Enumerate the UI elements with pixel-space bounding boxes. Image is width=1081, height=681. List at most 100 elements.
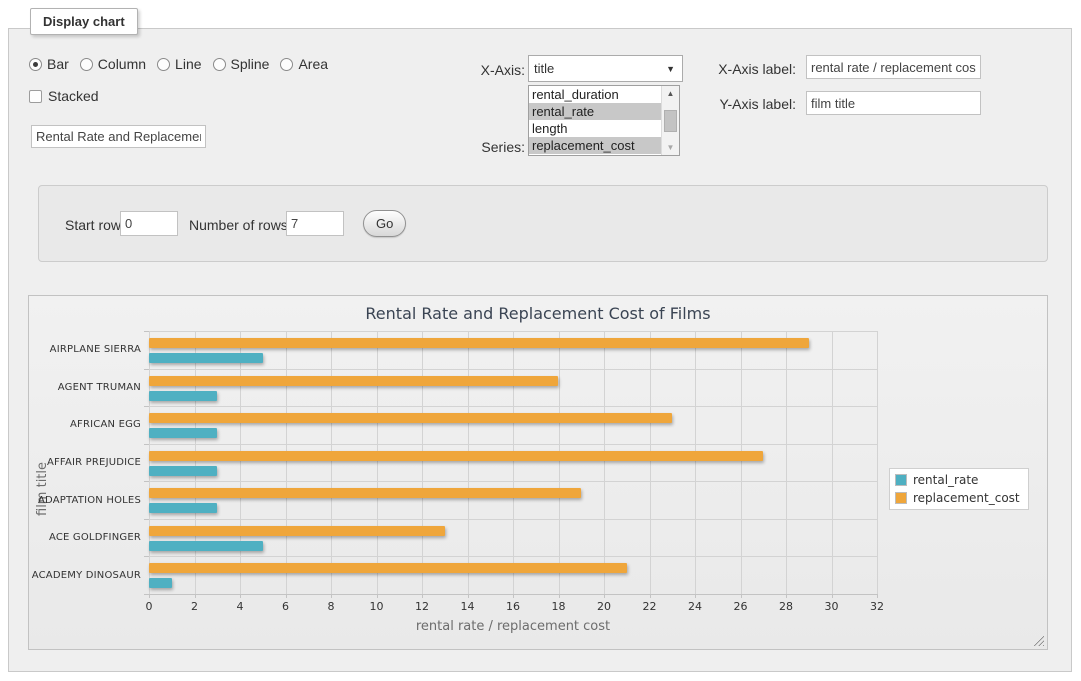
x-tick-label: 32 — [870, 600, 884, 613]
gridline-vertical — [149, 331, 150, 594]
bar-rental_rate[interactable] — [149, 428, 217, 438]
category-labels: AIRPLANE SIERRAAGENT TRUMANAFRICAN EGGAF… — [29, 331, 141, 594]
chart-legend: rental_rate replacement_cost — [889, 468, 1029, 510]
gridline-horizontal — [149, 444, 877, 445]
bar-replacement_cost[interactable] — [149, 338, 809, 348]
legend-label: rental_rate — [913, 473, 978, 487]
start-row-input[interactable] — [120, 211, 178, 236]
num-rows-label: Number of rows: — [189, 217, 292, 233]
category-label: ADAPTATION HOLES — [29, 481, 141, 519]
series-option-replacement_cost[interactable]: replacement_cost — [529, 137, 661, 154]
chart-type-label: Column — [98, 56, 146, 72]
bar-replacement_cost[interactable] — [149, 376, 558, 386]
x-tick-label: 20 — [597, 600, 611, 613]
bar-replacement_cost[interactable] — [149, 526, 445, 536]
gridline-vertical — [695, 331, 696, 594]
x-tick-label: 18 — [552, 600, 566, 613]
radio-icon[interactable] — [80, 58, 93, 71]
gridline-vertical — [331, 331, 332, 594]
gridline-vertical — [832, 331, 833, 594]
chart-type-option-area[interactable]: Area — [280, 56, 328, 72]
bar-replacement_cost[interactable] — [149, 413, 672, 423]
chart-container: Rental Rate and Replacement Cost of Film… — [28, 295, 1048, 650]
series-scrollbar[interactable]: ▲ ▼ — [661, 86, 679, 155]
legend-label: replacement_cost — [913, 491, 1020, 505]
gridline-horizontal — [149, 481, 877, 482]
x-tick-label: 28 — [779, 600, 793, 613]
chart-type-option-column[interactable]: Column — [80, 56, 146, 72]
gridline-vertical — [559, 331, 560, 594]
y-tick-mark — [144, 481, 149, 482]
num-rows-input[interactable] — [286, 211, 344, 236]
stacked-checkbox[interactable] — [29, 90, 42, 103]
x-axis-caption: X-Axis: — [425, 62, 525, 78]
x-tick-label: 0 — [146, 600, 153, 613]
x-tick-label: 12 — [415, 600, 429, 613]
series-option-length[interactable]: length — [529, 120, 661, 137]
legend-swatch — [895, 474, 907, 486]
gridline-vertical — [240, 331, 241, 594]
gridline-horizontal — [149, 406, 877, 407]
series-listbox[interactable]: rental_durationrental_ratelengthreplacem… — [528, 85, 680, 156]
chart-resize-handle[interactable] — [1033, 635, 1044, 646]
y-axis-label-caption: Y-Axis label: — [702, 96, 796, 112]
category-label: ACE GOLDFINGER — [29, 519, 141, 557]
y-tick-mark — [144, 444, 149, 445]
scrollbar-thumb[interactable] — [664, 110, 677, 132]
x-tick-label: 6 — [282, 600, 289, 613]
category-label: AFRICAN EGG — [29, 406, 141, 444]
gridline-vertical — [877, 331, 878, 594]
bar-rental_rate[interactable] — [149, 578, 172, 588]
gridline-vertical — [741, 331, 742, 594]
scroll-up-icon[interactable]: ▲ — [662, 86, 679, 101]
category-label: AGENT TRUMAN — [29, 369, 141, 407]
chart-title-input[interactable] — [31, 125, 206, 148]
gridline-vertical — [422, 331, 423, 594]
chart-title: Rental Rate and Replacement Cost of Film… — [29, 304, 1047, 323]
chart-type-option-line[interactable]: Line — [157, 56, 201, 72]
bar-rental_rate[interactable] — [149, 541, 263, 551]
series-option-rental_rate[interactable]: rental_rate — [529, 103, 661, 120]
bar-rental_rate[interactable] — [149, 353, 263, 363]
gridline-vertical — [195, 331, 196, 594]
x-tick-label: 8 — [328, 600, 335, 613]
bar-replacement_cost[interactable] — [149, 488, 581, 498]
x-tick-labels: 02468101214161820222426283032 — [149, 600, 877, 614]
x-axis-select[interactable]: title ▼ — [528, 55, 683, 82]
panel-title: Display chart — [30, 8, 138, 35]
row-range-box: Start row: Number of rows: Go — [38, 185, 1048, 262]
bar-replacement_cost[interactable] — [149, 563, 627, 573]
y-tick-mark — [144, 331, 149, 332]
start-row-label: Start row: — [65, 217, 125, 233]
stacked-option[interactable]: Stacked — [29, 88, 99, 104]
radio-icon[interactable] — [213, 58, 226, 71]
chart-type-label: Bar — [47, 56, 69, 72]
gridline-vertical — [650, 331, 651, 594]
gridline-vertical — [786, 331, 787, 594]
y-axis-label-input[interactable] — [806, 91, 981, 115]
x-axis-label-input[interactable] — [806, 55, 981, 79]
gridline-vertical — [286, 331, 287, 594]
bar-rental_rate[interactable] — [149, 503, 217, 513]
radio-icon[interactable] — [280, 58, 293, 71]
scroll-down-icon[interactable]: ▼ — [662, 140, 679, 155]
chart-type-option-bar[interactable]: Bar — [29, 56, 69, 72]
go-button[interactable]: Go — [363, 210, 406, 237]
legend-item-rental_rate[interactable]: rental_rate — [895, 473, 1020, 487]
x-tick-label: 2 — [191, 600, 198, 613]
bar-rental_rate[interactable] — [149, 391, 217, 401]
bar-rental_rate[interactable] — [149, 466, 217, 476]
legend-item-replacement_cost[interactable]: replacement_cost — [895, 491, 1020, 505]
x-tick-label: 26 — [734, 600, 748, 613]
category-label: ACADEMY DINOSAUR — [29, 556, 141, 594]
chart-type-label: Area — [298, 56, 328, 72]
chart-type-option-spline[interactable]: Spline — [213, 56, 270, 72]
radio-icon[interactable] — [157, 58, 170, 71]
x-axis-line — [149, 594, 877, 595]
bar-replacement_cost[interactable] — [149, 451, 763, 461]
y-tick-mark — [144, 369, 149, 370]
radio-icon[interactable] — [29, 58, 42, 71]
series-option-rental_duration[interactable]: rental_duration — [529, 86, 661, 103]
category-label: AIRPLANE SIERRA — [29, 331, 141, 369]
chevron-down-icon: ▼ — [666, 64, 675, 74]
